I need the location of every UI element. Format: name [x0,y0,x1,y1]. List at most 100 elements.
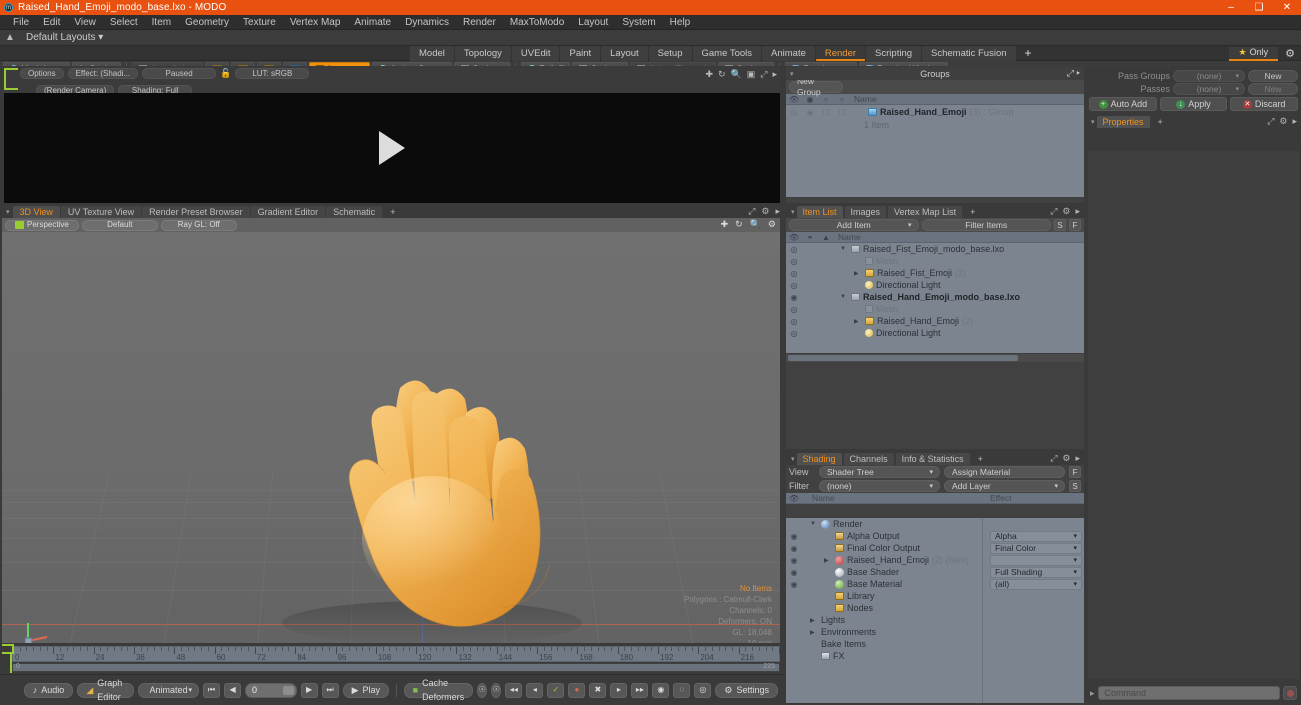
rotate-icon[interactable]: ↻ [718,69,726,80]
gear-icon[interactable]: ⚙ [1281,47,1299,60]
gear-icon[interactable]: ⚙ [1062,453,1070,464]
row-eye-toggle[interactable]: ◎ [786,329,802,338]
table-row[interactable]: Library [786,590,1084,602]
rotate-icon[interactable]: ↻ [735,219,743,230]
timeline[interactable]: 0 12 24 36 48 60 72 84 96 108 120 132 144 156 168 180 19… [0,643,784,674]
add-viewport-tab-button[interactable]: + [383,206,402,218]
zoom-icon[interactable]: 🔍 [731,69,742,80]
perspective-dropdown[interactable]: Perspective [5,219,79,231]
key-next-button[interactable]: ▸▸ [631,682,649,698]
menu-arrow-icon[interactable]: ▸ [1077,68,1080,78]
graph-editor-button[interactable]: ◢ Graph Editor [77,678,135,702]
row-eye-toggle[interactable]: ◎ [786,108,802,117]
shading-filter-dropdown[interactable]: (none) ▾ [819,480,940,492]
table-row[interactable]: Bake Items [786,638,1084,650]
table-row[interactable]: ◎ ▼ Raised_Fist_Emoji_modo_base.lxo [786,243,1084,255]
home-icon[interactable]: ▲ [0,32,20,43]
tab-setup[interactable]: Setup [648,45,692,61]
pass-groups-dropdown[interactable]: (none) ▾ [1173,69,1245,82]
table-row[interactable]: ◎ Mesh [786,255,1084,267]
tab-images[interactable]: Images [844,205,887,218]
menu-animate[interactable]: Animate [347,15,398,30]
add-layer-dropdown[interactable]: Add Layer ▾ [944,480,1065,492]
tab-layout[interactable]: Layout [601,45,648,61]
properties-panel-body[interactable] [1088,151,1299,679]
tab-topology[interactable]: Topology [454,45,511,61]
menu-layout[interactable]: Layout [571,15,615,30]
row-eye-toggle[interactable]: ◉ [786,556,802,565]
command-arrow-icon[interactable]: ▸ [1090,688,1095,699]
row-eye-toggle[interactable]: ◎ [786,281,802,290]
row-render-toggle[interactable]: ☐ [818,108,834,117]
menu-item[interactable]: Item [145,15,178,30]
audio-button[interactable]: ♪ Audio [23,682,74,698]
timeline-scroll-thumb[interactable] [13,664,779,671]
table-row[interactable]: ◉ Base Shader Full Shading ▾ [786,566,1084,578]
frame-stepper-handle[interactable] [282,685,294,695]
close-button[interactable]: ✕ [1273,0,1301,15]
key-prev-button[interactable]: ◂◂ [505,682,523,698]
shading-style-dropdown[interactable]: Default [81,219,158,231]
expand-triangle-icon[interactable]: ▶ [854,270,862,277]
playhead-line[interactable] [10,654,12,673]
table-row[interactable]: ◎ Directional Light [786,279,1084,291]
tab-info-statistics[interactable]: Info & Statistics [895,452,970,465]
discard-button[interactable]: ✕ Discard [1230,97,1299,111]
table-row[interactable]: 1 Item [786,119,1084,131]
next-frame-button[interactable]: ▶ [300,682,318,698]
table-row[interactable]: ◉ Alpha Output Alpha ▾ [786,530,1084,542]
apply-button[interactable]: ↓ Apply [1159,97,1228,111]
render-preview-image[interactable] [4,93,780,203]
command-input[interactable]: Command [1097,686,1280,700]
filter-s-button[interactable]: S [1054,219,1066,231]
timeline-range-scrollbar[interactable]: 0 225 [12,663,780,672]
tab-gradient-editor[interactable]: Gradient Editor [250,205,326,218]
effect-dropdown[interactable]: Alpha ▾ [990,530,1082,542]
menu-select[interactable]: Select [103,15,145,30]
animated-dropdown[interactable]: Animated ▾ [138,682,200,698]
menu-maxtomodo[interactable]: MaxToModo [503,15,571,30]
shader-tree-dropdown[interactable]: Shader Tree ▾ [819,466,940,478]
expand-triangle-icon[interactable]: ▶ [810,617,818,624]
render-lut-dropdown[interactable]: LUT: sRGB [235,68,310,79]
row-eye-toggle[interactable]: ◎ [786,317,802,326]
gear-icon[interactable]: ⚙ [768,219,776,230]
shading-f-button[interactable]: F [1069,466,1081,478]
delete-key-button[interactable]: ✖ [589,682,607,698]
shader-tree-body[interactable]: ▼ Render ◉ Alpha Output Alpha ▾ ◉ Final Color O… [786,518,1084,703]
filter-f-button[interactable]: F [1069,219,1081,231]
groups-list-body[interactable]: ◎ ◉ ☐ ☐ Raised_Hand_Emoji (3) : Group 1 … [786,105,1084,197]
add-item-dropdown[interactable]: Add Item ▾ [789,219,919,231]
table-row[interactable]: ▶ Lights [786,614,1084,626]
raised-hand-emoji-model[interactable] [2,218,780,705]
row-eye-toggle[interactable]: ◉ [786,293,802,302]
expand-triangle-icon[interactable]: ▶ [824,557,832,564]
fit-icon[interactable]: ▣ [747,69,756,80]
expand-icon[interactable]: ⤢ [1050,206,1057,217]
only-button[interactable]: ★ Only [1228,46,1279,61]
menu-render[interactable]: Render [456,15,503,30]
auto-add-button[interactable]: + Auto Add [1089,97,1157,111]
panel-menu-arrow-icon[interactable]: ▾ [6,208,10,216]
go-to-start-button[interactable]: ⏮ [203,682,221,698]
row-eye-toggle[interactable]: ◉ [786,580,802,589]
previous-frame-button[interactable]: ◀ [224,682,242,698]
menu-arrow-icon[interactable]: ▸ [772,69,777,80]
table-row[interactable]: ▶ Environments [786,626,1084,638]
table-row[interactable]: FX [786,650,1084,662]
tab-shading[interactable]: Shading [796,452,842,465]
table-row[interactable]: ◎ ▶ Raised_Hand_Emoji (2) [786,315,1084,327]
tab-animate[interactable]: Animate [762,45,815,61]
new-group-button[interactable]: New Group [789,76,843,97]
table-row[interactable]: ◉ ▶ Raised_Hand_Emoji (2) (Item) ▾ [786,554,1084,566]
cache-deformers-button[interactable]: ■ Cache Deformers [403,678,474,702]
menu-edit[interactable]: Edit [36,15,67,30]
table-row[interactable]: ◉ Base Material (all) ▾ [786,578,1084,590]
tab-properties[interactable]: Properties [1096,115,1150,128]
effect-dropdown[interactable]: Full Shading ▾ [990,566,1082,578]
maximize-icon[interactable]: ⤢ [760,69,767,80]
panel-menu-arrow-icon[interactable]: ▾ [791,208,795,216]
item-list-hscroll-thumb[interactable] [788,355,1018,361]
expand-triangle-icon[interactable]: ▶ [854,318,862,325]
table-row[interactable]: ◉ Final Color Output Final Color ▾ [786,542,1084,554]
